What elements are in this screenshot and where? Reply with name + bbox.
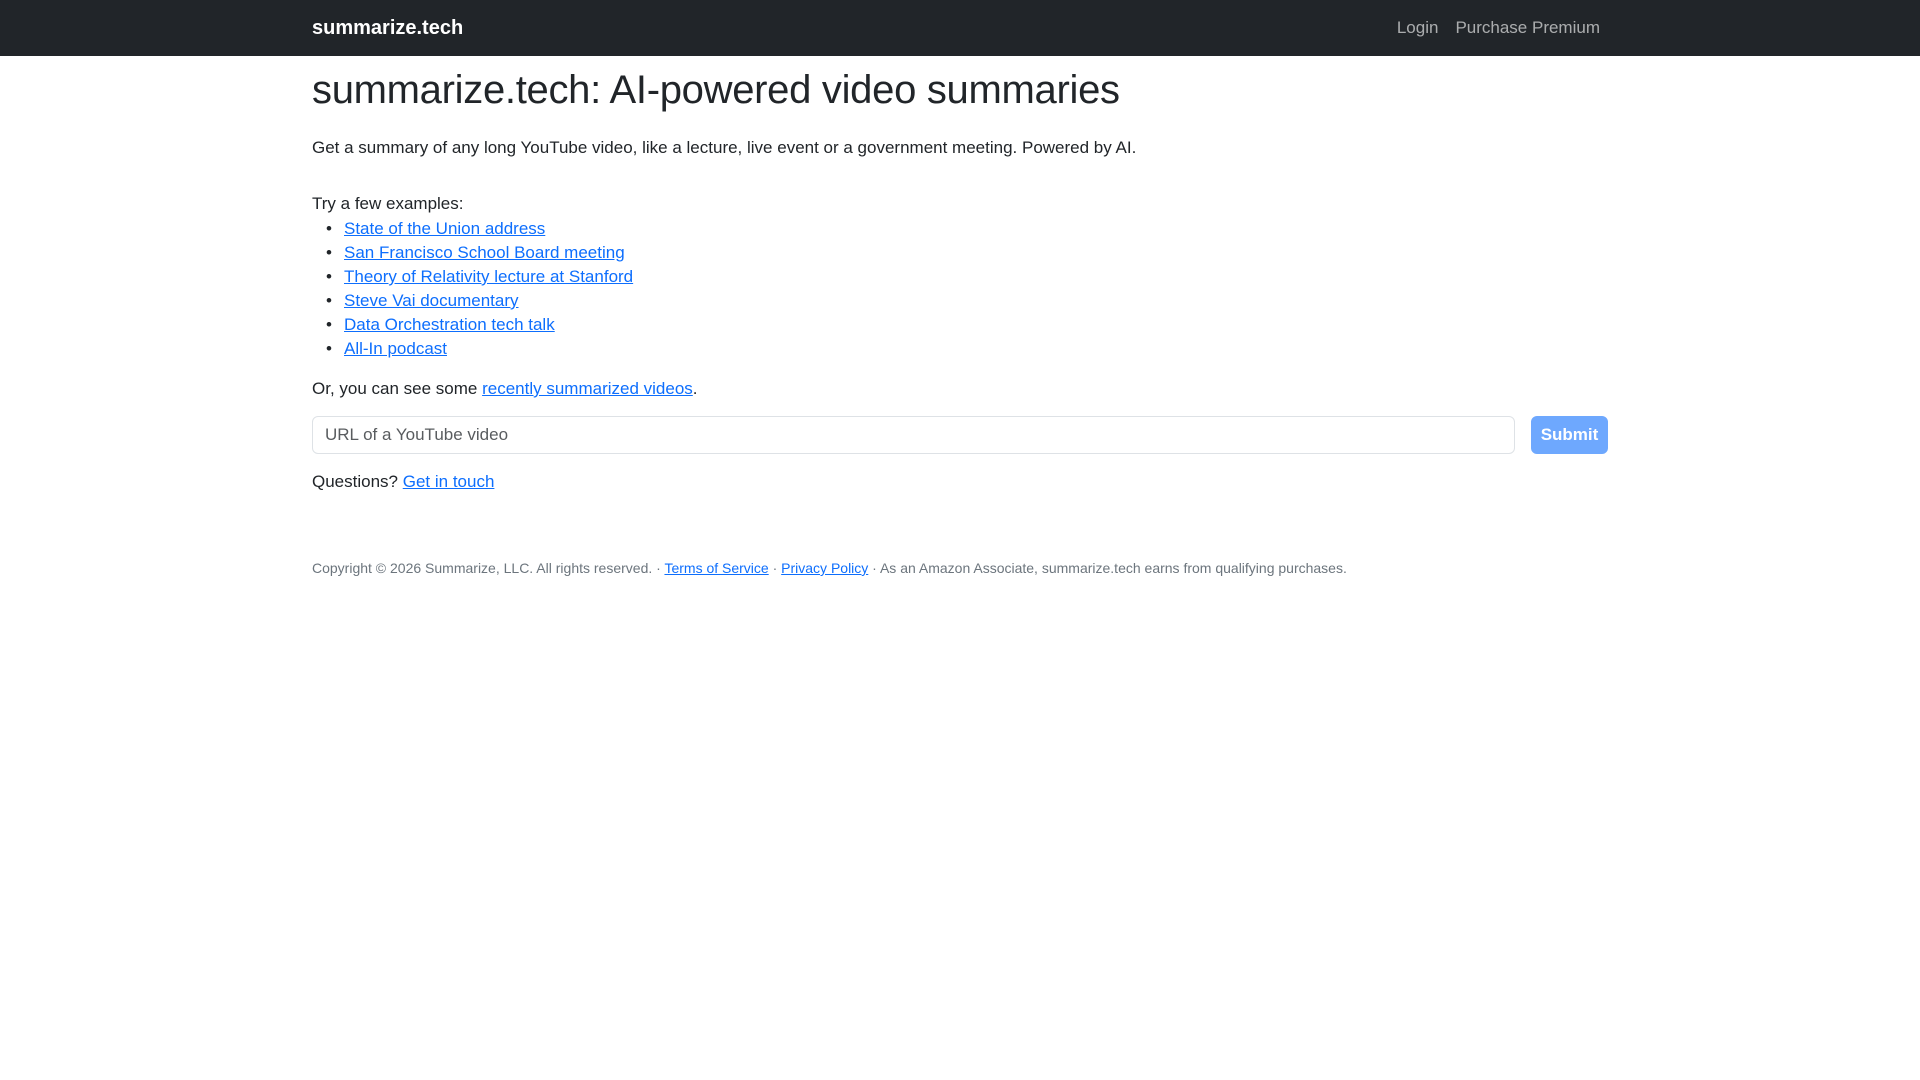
top-navbar: summarize.tech Login Purchase Premium	[0, 0, 1920, 56]
questions-text: Questions? Get in touch	[312, 470, 494, 494]
list-item: • Steve Vai documentary	[326, 289, 633, 313]
footer-separator: ·	[652, 560, 665, 576]
example-link-state-of-the-union[interactable]: State of the Union address	[344, 219, 545, 238]
recent-videos-text: Or, you can see some recently summarized…	[312, 377, 698, 401]
submit-button[interactable]: Submit	[1531, 416, 1608, 454]
examples-label: Try a few examples:	[312, 194, 464, 213]
recent-prefix: Or, you can see some	[312, 379, 483, 398]
examples-list: • State of the Union address • San Francis…	[326, 217, 633, 361]
footer-separator: ·	[868, 560, 880, 576]
example-link-relativity-lecture[interactable]: Theory of Relativity lecture at Stanford	[344, 267, 633, 286]
purchase-premium-link[interactable]: Purchase Premium	[1455, 17, 1600, 39]
recent-videos-link[interactable]: recently summarized videos	[482, 379, 693, 398]
list-item: • Data Orchestration tech talk	[326, 313, 633, 337]
copyright-text: Copyright © 2026 Summarize, LLC. All rig…	[312, 560, 653, 576]
bullet-icon: •	[326, 267, 332, 286]
terms-of-service-link[interactable]: Terms of Service	[664, 560, 768, 576]
list-item: • Theory of Relativity lecture at Stanfor…	[326, 265, 633, 289]
list-item: • San Francisco School Board meeting	[326, 241, 633, 265]
page-title: summarize.tech: AI-powered video summari…	[312, 68, 1120, 112]
youtube-url-input[interactable]	[312, 416, 1515, 454]
example-link-steve-vai[interactable]: Steve Vai documentary	[344, 291, 519, 310]
bullet-icon: •	[326, 315, 332, 334]
bullet-icon: •	[326, 291, 332, 310]
example-link-data-orchestration[interactable]: Data Orchestration tech talk	[344, 315, 555, 334]
bullet-icon: •	[326, 339, 332, 358]
questions-prefix: Questions?	[312, 472, 403, 491]
list-item: • State of the Union address	[326, 217, 633, 241]
navbar-links: Login Purchase Premium	[1397, 17, 1600, 39]
list-item: • All-In podcast	[326, 337, 633, 361]
bullet-icon: •	[326, 243, 332, 262]
amazon-associate-text: As an Amazon Associate, summarize.tech e…	[879, 560, 1347, 576]
bullet-icon: •	[326, 219, 332, 238]
example-link-sf-school-board[interactable]: San Francisco School Board meeting	[344, 243, 625, 262]
brand-link[interactable]: summarize.tech	[312, 15, 463, 41]
intro-text: Get a summary of any long YouTube video,…	[312, 138, 1137, 157]
footer-separator: ·	[768, 560, 782, 576]
privacy-policy-link[interactable]: Privacy Policy	[781, 560, 868, 576]
recent-suffix: .	[692, 379, 698, 398]
footer: Copyright © 2026 Summarize, LLC. All rig…	[312, 558, 1347, 578]
login-link[interactable]: Login	[1397, 17, 1439, 39]
example-link-all-in-podcast[interactable]: All-In podcast	[344, 339, 447, 358]
get-in-touch-link[interactable]: Get in touch	[403, 472, 495, 491]
